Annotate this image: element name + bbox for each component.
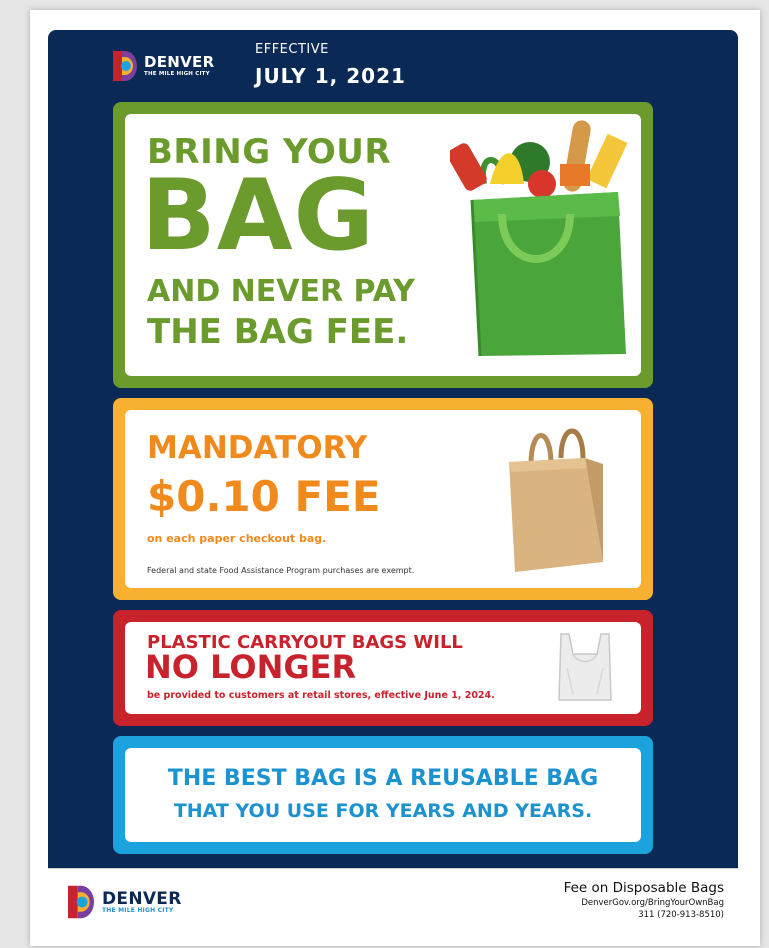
bring-your-bag-card: BRING YOUR BAG AND NEVER PAY THE BAG FEE… [125, 114, 641, 376]
logo-tagline: THE MILE HIGH CITY [144, 71, 210, 77]
plastic-line2: NO LONGER [145, 648, 357, 686]
denver-logo-icon [113, 51, 137, 81]
bring-line2: BAG [141, 159, 375, 273]
paper-bag-fee-panel: MANDATORY $0.10 FEE on each paper checko… [113, 398, 653, 600]
reusable-line1: THE BEST BAG IS A REUSABLE BAG [167, 766, 599, 791]
fee-line3: on each paper checkout bag. [147, 532, 327, 545]
plastic-bag-image [558, 633, 612, 701]
footer-logo-wordmark: DENVER THE MILE HIGH CITY [102, 891, 182, 915]
fee-line1: MANDATORY [147, 430, 368, 466]
effective-date: JULY 1, 2021 [255, 64, 406, 88]
bring-line3: AND NEVER PAY [147, 274, 415, 309]
poster-body: DENVER THE MILE HIGH CITY EFFECTIVE JULY… [48, 30, 738, 868]
paper-bag-image [509, 428, 603, 572]
grocery-bag-image [450, 120, 628, 357]
plastic-bag-panel: PLASTIC CARRYOUT BAGS WILL NO LONGER be … [113, 610, 653, 726]
footer-url[interactable]: DenverGov.org/BringYourOwnBag [564, 897, 724, 909]
footer-logo-tagline: THE MILE HIGH CITY [102, 907, 174, 914]
bring-your-bag-panel: BRING YOUR BAG AND NEVER PAY THE BAG FEE… [113, 102, 653, 388]
logo-wordmark: DENVER THE MILE HIGH CITY [144, 54, 214, 78]
plastic-bag-card: PLASTIC CARRYOUT BAGS WILL NO LONGER be … [125, 622, 641, 714]
bring-line4: THE BAG FEE. [147, 312, 409, 352]
paper-bag-fee-card: MANDATORY $0.10 FEE on each paper checko… [125, 410, 641, 588]
fee-amount: $0.10 FEE [147, 472, 381, 521]
fee-exemption-note: Federal and state Food Assistance Progra… [147, 566, 415, 575]
reusable-bag-card: THE BEST BAG IS A REUSABLE BAG THAT YOU … [125, 748, 641, 842]
reusable-bag-panel: THE BEST BAG IS A REUSABLE BAG THAT YOU … [113, 736, 653, 854]
footer-logo-name: DENVER [102, 889, 182, 909]
footer-title: Fee on Disposable Bags [563, 880, 724, 896]
denver-logo-icon [68, 885, 94, 919]
denver-logo: DENVER THE MILE HIGH CITY [113, 51, 214, 85]
plastic-line3: be provided to customers at retail store… [147, 690, 495, 701]
logo-name: DENVER [144, 53, 215, 71]
footer-denver-logo: DENVER THE MILE HIGH CITY [68, 885, 181, 923]
poster-sheet: DENVER THE MILE HIGH CITY EFFECTIVE JULY… [30, 10, 760, 946]
reusable-line2: THAT YOU USE FOR YEARS AND YEARS. [173, 800, 593, 822]
effective-label: EFFECTIVE [255, 42, 329, 57]
footer: DENVER THE MILE HIGH CITY Fee on Disposa… [48, 868, 738, 935]
footer-contact: Fee on Disposable Bags DenverGov.org/Bri… [564, 879, 724, 921]
footer-phone: 311 (720-913-8510) [638, 910, 724, 920]
